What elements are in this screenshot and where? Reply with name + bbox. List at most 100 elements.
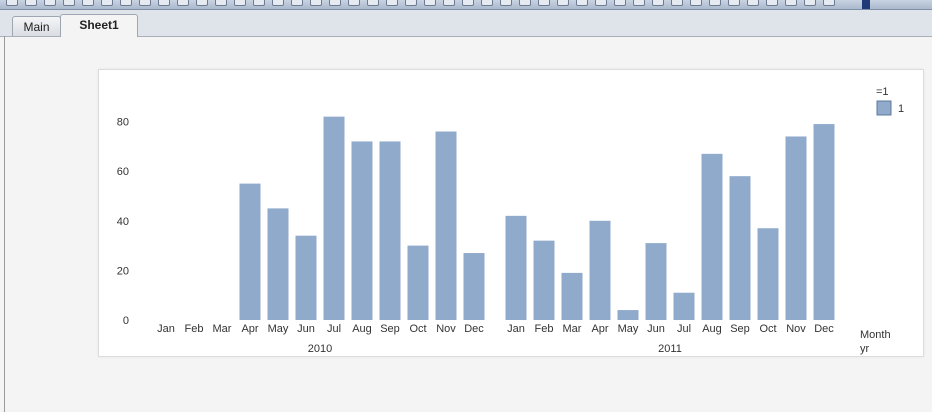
bar [645,243,667,320]
toolbar-icon[interactable] [158,0,170,6]
x-tick-label: Jan [507,323,525,335]
toolbar-icon[interactable] [652,0,664,6]
y-tick-label: 0 [123,315,129,327]
toolbar-icon[interactable] [177,0,189,6]
toolbar-icon[interactable] [443,0,455,6]
toolbar-icon[interactable] [804,0,816,6]
bar [785,136,807,320]
x-tick-label: Feb [185,323,204,335]
bar [323,116,345,320]
toolbar-icon[interactable] [291,0,303,6]
legend-item-label: 1 [898,103,904,115]
toolbar-icon[interactable] [424,0,436,6]
bar [505,215,527,320]
toolbar-icon[interactable] [823,0,835,6]
toolbar-icon[interactable] [481,0,493,6]
toolbar-icon[interactable] [63,0,75,6]
x-tick-label: Nov [786,323,806,335]
y-tick-label: 40 [117,216,129,228]
tab-sheet1[interactable]: Sheet1 [60,14,138,37]
toolbar-icon[interactable] [766,0,778,6]
x-tick-label: Jun [647,323,665,335]
x-axis: Jan Feb Mar Apr May Jun Jul Aug Sep Oct Nov Dec 2010… [157,323,834,355]
x-tick-label: Dec [814,323,834,335]
x-axis-label-month: Month [860,329,891,341]
toolbar-icon[interactable] [215,0,227,6]
x-tick-label: Apr [241,323,258,335]
x-tick-label: Jan [157,323,175,335]
toolbar-icon[interactable] [82,0,94,6]
x-tick-label: Aug [352,323,372,335]
bar [757,228,779,320]
x-tick-label: Jun [297,323,315,335]
toolbar-icon[interactable] [633,0,645,6]
bar-chart: 0 20 40 60 80 Jan Feb Mar Apr May Jun Jul Aug Sep Oct… [117,86,904,355]
tab-bar: Main Sheet1 [0,10,932,37]
legend-swatch [876,100,892,116]
toolbar-icon[interactable] [234,0,246,6]
toolbar-icon[interactable] [367,0,379,6]
toolbar-icon[interactable] [595,0,607,6]
toolbar-icon[interactable] [538,0,550,6]
toolbar-icon[interactable] [728,0,740,6]
y-tick-label: 60 [117,166,129,178]
toolbar-icon[interactable] [785,0,797,6]
bar [379,141,401,320]
bar [561,272,583,320]
x-tick-label: Jul [677,323,691,335]
y-axis: 0 20 40 60 80 [117,117,129,327]
bar [617,310,639,320]
y-tick-label: 80 [117,117,129,129]
x-tick-label: Jul [327,323,341,335]
bar [267,208,289,320]
bar [351,141,373,320]
bar [407,245,429,320]
x-tick-label: Mar [563,323,582,335]
bar [673,292,695,320]
sheet-left-border [4,36,5,412]
toolbar-icon[interactable] [405,0,417,6]
toolbar-icon[interactable] [139,0,151,6]
toolbar-icon[interactable] [120,0,132,6]
toolbar-icon[interactable] [6,0,18,6]
toolbar-icon[interactable] [44,0,56,6]
toolbar-icon[interactable] [348,0,360,6]
toolbar-icon[interactable] [614,0,626,6]
bar [701,153,723,320]
bar-chart-object[interactable]: 0 20 40 60 80 Jan Feb Mar Apr May Jun Jul Aug Sep Oct… [98,69,924,357]
tab-main[interactable]: Main [12,16,61,36]
toolbar-icon[interactable] [272,0,284,6]
toolbar-icon[interactable] [196,0,208,6]
x-tick-label: Sep [730,323,750,335]
x-group-label: 2011 [658,343,682,355]
bar [589,220,611,320]
toolbar-icon[interactable] [690,0,702,6]
toolbar-icon[interactable] [25,0,37,6]
x-tick-label: May [268,323,289,335]
toolbar-icon[interactable] [462,0,474,6]
toolbar-icon[interactable] [671,0,683,6]
toolbar-icon[interactable] [310,0,322,6]
toolbar [0,0,932,10]
toolbar-icon[interactable] [386,0,398,6]
toolbar-icon[interactable] [101,0,113,6]
toolbar-icon[interactable] [519,0,531,6]
x-tick-label: Oct [409,323,426,335]
x-tick-label: Mar [213,323,232,335]
toolbar-overflow-icon[interactable] [862,0,870,9]
x-tick-label: Dec [464,323,484,335]
bar [813,124,835,320]
toolbar-icon[interactable] [576,0,588,6]
toolbar-icon[interactable] [253,0,265,6]
toolbar-icon[interactable] [500,0,512,6]
toolbar-icon[interactable] [557,0,569,6]
bar [239,183,261,320]
x-axis-label-yr: yr [860,343,870,355]
toolbar-icon[interactable] [709,0,721,6]
y-tick-label: 20 [117,265,129,277]
x-tick-label: Feb [535,323,554,335]
toolbar-icon[interactable] [747,0,759,6]
x-tick-label: May [618,323,639,335]
toolbar-icon[interactable] [329,0,341,6]
bar [435,131,457,320]
